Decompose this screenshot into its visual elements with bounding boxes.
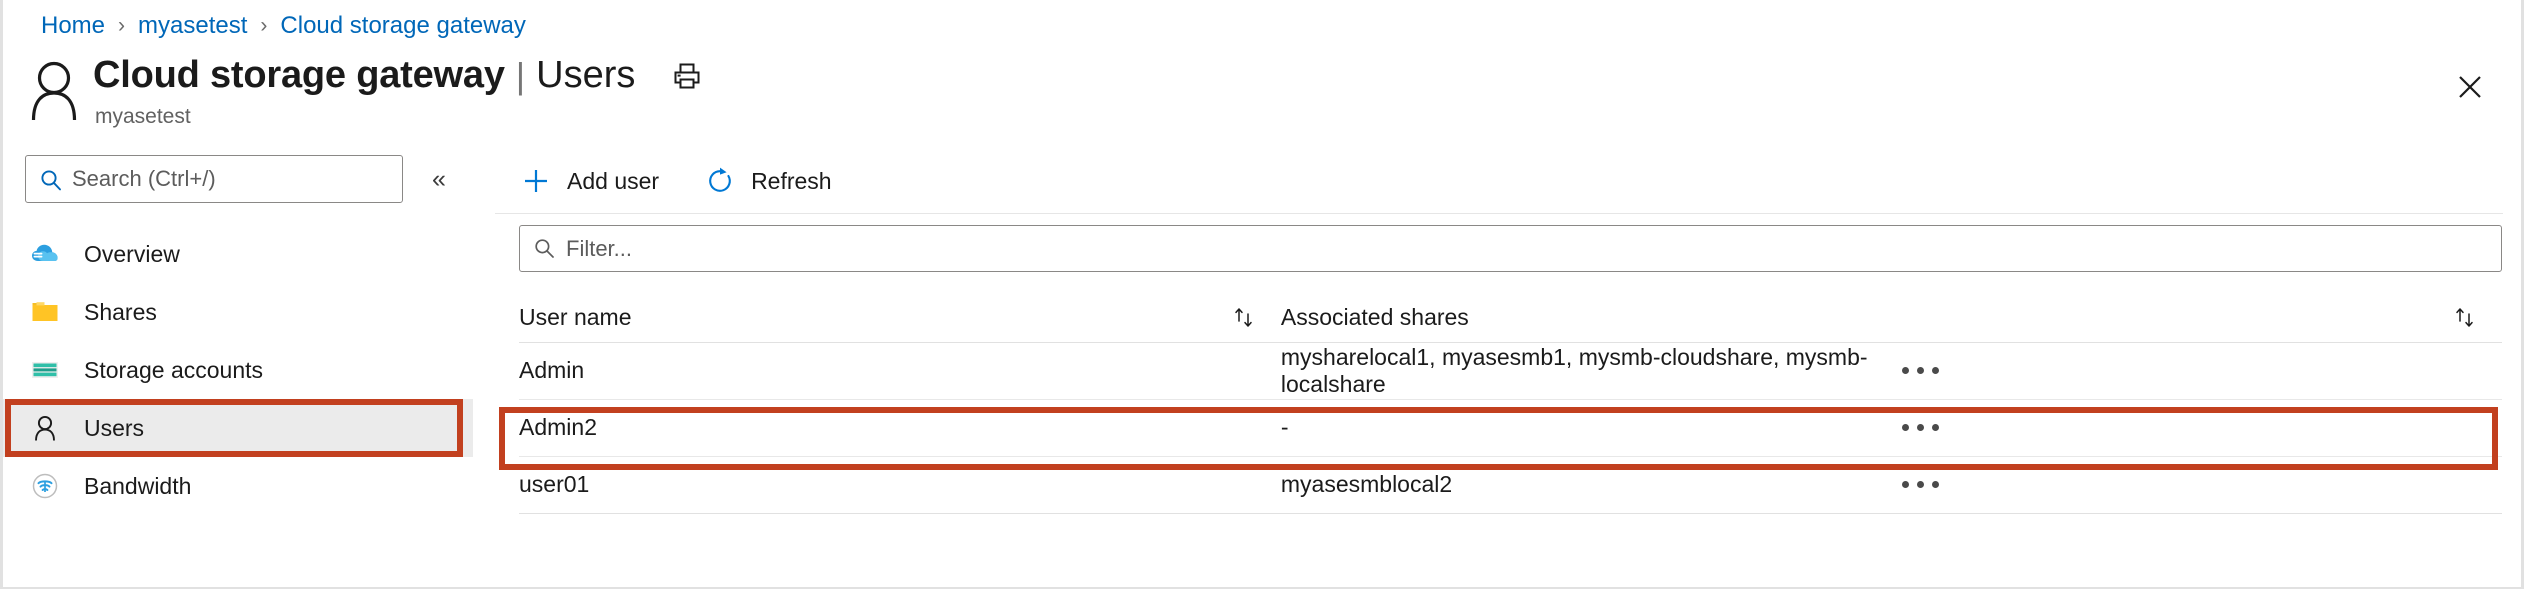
more-options-icon[interactable] (1891, 469, 1947, 501)
refresh-icon (703, 164, 737, 198)
column-header-user-name[interactable]: User name (519, 294, 1281, 343)
sidebar-item-storage-accounts[interactable]: Storage accounts (3, 341, 473, 399)
main-content: Add user Refresh Filter... User name Ass… (495, 155, 2503, 514)
blade-sidebar: Search (Ctrl+/) « Overview Shares Storag… (3, 155, 473, 515)
close-icon[interactable] (2447, 64, 2493, 110)
page-title-section: Users (536, 54, 636, 96)
breadcrumb-item-home[interactable]: Home (41, 12, 105, 40)
breadcrumb-separator: › (118, 14, 126, 37)
more-options-icon[interactable] (1891, 355, 1947, 387)
add-user-button[interactable]: Add user (519, 164, 659, 198)
annotation-box-users (5, 399, 463, 457)
table-row[interactable]: user01 myasesmblocal2 (519, 456, 2502, 514)
search-input[interactable]: Search (Ctrl+/) (25, 155, 403, 203)
title-separator: | (515, 54, 526, 96)
breadcrumb-item-cloud-storage-gateway[interactable]: Cloud storage gateway (280, 12, 525, 40)
sidebar-item-label: Users (84, 414, 145, 441)
command-bar-divider (495, 213, 2503, 214)
column-header-label: User name (519, 304, 632, 331)
cell-actions (1891, 456, 2502, 514)
more-options-icon[interactable] (1891, 412, 1947, 444)
blade-header: Cloud storage gateway | Users myasetest (3, 52, 2521, 130)
plus-icon (519, 164, 553, 198)
command-bar: Add user Refresh (495, 155, 2503, 214)
sidebar-item-bandwidth[interactable]: Bandwidth (3, 457, 473, 515)
page-title-main: Cloud storage gateway (93, 54, 505, 96)
filter-input[interactable]: Filter... (519, 225, 2502, 272)
search-icon (39, 168, 63, 192)
column-header-associated-shares[interactable]: Associated shares (1280, 294, 2502, 343)
sidebar-search-row: Search (Ctrl+/) « (3, 155, 473, 203)
table-body: Admin mysharelocal1, myasesmb1, mysmb-cl… (519, 342, 2502, 514)
sidebar-item-label: Shares (84, 298, 157, 325)
sort-icon[interactable] (1229, 303, 1259, 333)
sidebar-item-label: Storage accounts (84, 356, 264, 383)
sidebar-item-label: Overview (84, 240, 180, 267)
refresh-button[interactable]: Refresh (703, 164, 832, 198)
cell-associated-shares: - (1280, 399, 1892, 457)
users-table: User name Associated shares Admin myshar… (519, 294, 2502, 514)
sidebar-item-label: Bandwidth (84, 472, 192, 499)
sidebar-item-shares[interactable]: Shares (3, 283, 473, 341)
print-icon[interactable] (667, 56, 707, 96)
cell-associated-shares: myasesmblocal2 (1280, 456, 1892, 514)
cell-user-name: Admin2 (519, 399, 1281, 457)
column-header-label: Associated shares (1280, 304, 1469, 331)
folder-icon (28, 295, 62, 329)
chevron-double-left-icon[interactable]: « (417, 157, 461, 201)
cell-actions (1891, 342, 2502, 400)
user-icon (28, 411, 62, 445)
page-title: Cloud storage gateway | Users (93, 54, 707, 97)
cell-associated-shares: mysharelocal1, myasesmb1, mysmb-cloudsha… (1280, 342, 1892, 400)
sidebar-nav-list: Overview Shares Storage accounts Users B… (3, 225, 473, 515)
add-user-label: Add user (567, 167, 660, 194)
refresh-label: Refresh (751, 167, 832, 194)
cell-user-name: Admin (519, 342, 1281, 400)
sidebar-item-overview[interactable]: Overview (3, 225, 473, 283)
cell-user-name: user01 (519, 456, 1281, 514)
resource-subtitle: myasetest (95, 105, 191, 128)
table-row[interactable]: Admin2 - (519, 399, 2502, 457)
user-icon (25, 58, 83, 121)
sort-icon[interactable] (2450, 303, 2480, 333)
breadcrumb-item-myasetest[interactable]: myasetest (138, 12, 247, 40)
azure-portal-blade: Home › myasetest › Cloud storage gateway… (0, 0, 2524, 589)
cell-actions (1891, 399, 2502, 457)
table-header-row: User name Associated shares (519, 294, 2502, 343)
breadcrumb: Home › myasetest › Cloud storage gateway (41, 12, 526, 40)
table-header: User name Associated shares (519, 294, 2502, 343)
bandwidth-icon (28, 469, 62, 503)
storage-account-icon (28, 353, 62, 387)
breadcrumb-separator: › (260, 14, 268, 37)
search-icon (533, 237, 556, 260)
sidebar-item-users[interactable]: Users (3, 399, 473, 457)
cloud-icon (28, 237, 62, 271)
table-row[interactable]: Admin mysharelocal1, myasesmb1, mysmb-cl… (519, 342, 2502, 400)
